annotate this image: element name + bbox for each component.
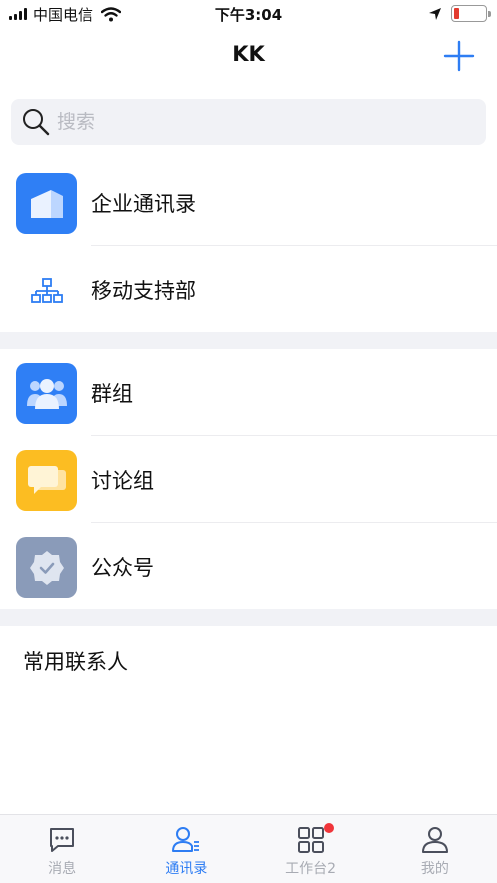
tab-me[interactable]: 我的 <box>373 815 497 883</box>
tab-label: 消息 <box>48 861 77 877</box>
list-item-label: 群组 <box>91 382 133 406</box>
tab-contacts[interactable]: 通讯录 <box>124 815 248 883</box>
tab-bar: 消息 通讯录 工作台2 我的 <box>0 814 497 883</box>
list-item-official-accounts[interactable]: 公众号 <box>0 523 497 610</box>
profile-icon <box>421 827 448 853</box>
status-time: 下午3:04 <box>214 6 283 24</box>
org-chart-icon <box>16 260 77 321</box>
list-item-label: 公众号 <box>91 556 154 580</box>
tab-messages[interactable]: 消息 <box>0 815 124 883</box>
section-separator <box>0 332 497 349</box>
plus-icon[interactable] <box>443 40 475 72</box>
chat-bubbles-icon <box>16 450 77 511</box>
status-bar: 中国电信 下午3:04 <box>0 0 497 28</box>
list-item-department[interactable]: 移动支持部 <box>0 246 497 333</box>
building-icon <box>16 173 77 234</box>
battery-icon <box>451 5 491 22</box>
frequent-contacts-heading: 常用联系人 <box>23 650 128 674</box>
tab-label: 我的 <box>420 861 449 877</box>
workbench-icon <box>297 827 324 853</box>
status-right <box>428 5 491 22</box>
location-arrow-icon <box>429 7 441 20</box>
search-icon <box>23 109 50 136</box>
page-title: KK <box>232 42 265 66</box>
battery-level <box>454 8 459 19</box>
verified-badge-icon <box>16 537 77 598</box>
group-people-icon <box>16 363 77 424</box>
list-item-label: 企业通讯录 <box>91 192 196 216</box>
list-item-label: 讨论组 <box>91 469 154 493</box>
search-bar[interactable] <box>11 99 486 145</box>
list-item-enterprise-directory[interactable]: 企业通讯录 <box>0 159 497 246</box>
search-input[interactable] <box>57 111 457 133</box>
tab-label: 通讯录 <box>165 861 208 877</box>
contacts-icon <box>172 827 200 852</box>
list-item-discussion-groups[interactable]: 讨论组 <box>0 436 497 523</box>
list-item-label: 移动支持部 <box>91 279 196 303</box>
notification-badge <box>323 823 334 833</box>
section-separator <box>0 609 497 626</box>
tab-workbench[interactable]: 工作台2 <box>249 815 373 883</box>
message-icon <box>50 828 75 852</box>
list-item-groups[interactable]: 群组 <box>0 349 497 436</box>
nav-bar: KK <box>0 28 497 84</box>
tab-label: 工作台2 <box>285 861 337 877</box>
